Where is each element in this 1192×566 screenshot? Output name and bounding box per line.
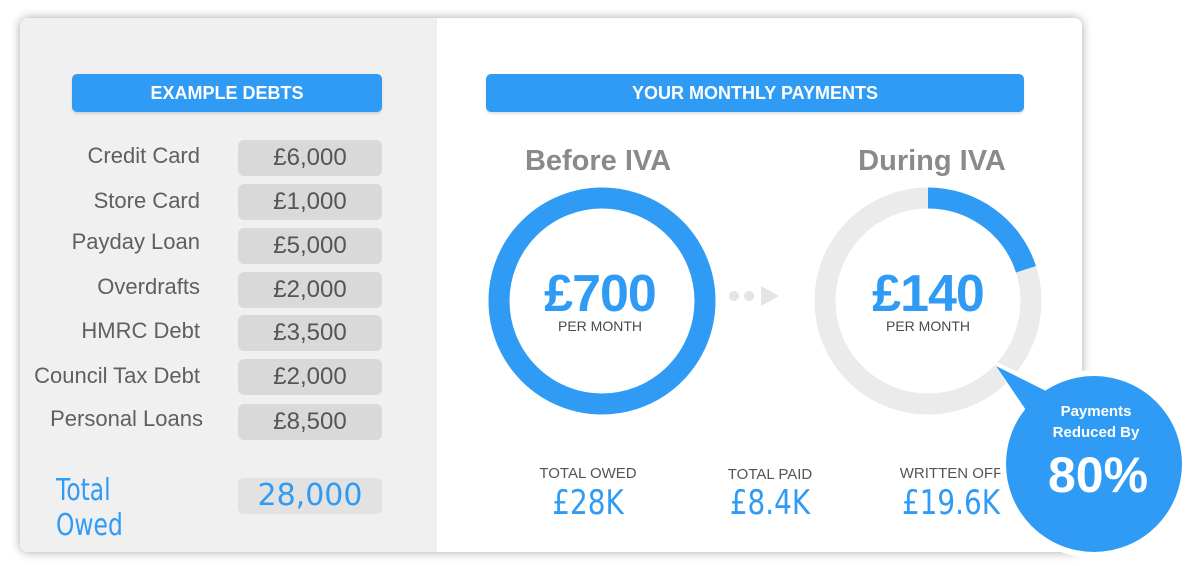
debt-label-credit-card: Credit Card [87, 143, 200, 168]
total-owed-label: Total Owed [56, 473, 123, 543]
debt-value-council-tax-debt: £2,000 [238, 359, 382, 395]
dots-arrow-right-icon [729, 286, 779, 306]
total-paid-stat-value: £8.4K [729, 483, 811, 523]
before-iva-amount: £700 [544, 265, 657, 323]
example-debts-panel: EXAMPLE DEBTS Credit Card £6,000 Store C… [20, 18, 437, 552]
payments-reduced-badge: Payments Reduced By 80% [988, 358, 1192, 566]
debt-label-hmrc-debt: HMRC Debt [81, 318, 200, 343]
badge-line-1: Payments [1060, 403, 1132, 420]
debt-label-council-tax-debt: Council Tax Debt [34, 363, 200, 388]
during-iva-per-month: PER MONTH [886, 318, 970, 334]
badge-line-2: Reduced By [1052, 424, 1140, 441]
total-paid-stat-label: TOTAL PAID [727, 466, 813, 483]
before-iva-per-month: PER MONTH [558, 318, 642, 334]
monthly-payments-panel: YOUR MONTHLY PAYMENTS Before IVA £700 PE… [437, 18, 1082, 552]
debt-label-personal-loans: Personal Loans [50, 406, 203, 431]
debt-value-store-card: £1,000 [238, 184, 382, 220]
debt-value-hmrc-debt: £3,500 [238, 315, 382, 351]
monthly-payments-header: YOUR MONTHLY PAYMENTS [486, 74, 1024, 112]
debt-label-payday-loan: Payday Loan [71, 229, 200, 254]
during-iva-amount: £140 [872, 265, 985, 323]
debt-label-overdrafts: Overdrafts [97, 274, 200, 299]
total-owed-stat-label: TOTAL OWED [539, 465, 637, 482]
badge-percent: 80% [1047, 447, 1149, 503]
debt-label-store-card: Store Card [93, 188, 200, 213]
debt-value-personal-loans: £8,500 [238, 404, 382, 440]
during-iva-title: During IVA [858, 145, 1006, 177]
total-owed-value: 28,000 [238, 478, 382, 514]
iva-infographic-card: EXAMPLE DEBTS Credit Card £6,000 Store C… [20, 18, 1082, 552]
total-owed-stat-value: £28K [552, 483, 624, 523]
example-debts-header: EXAMPLE DEBTS [72, 74, 382, 112]
debt-value-credit-card: £6,000 [238, 140, 382, 176]
before-iva-title: Before IVA [524, 145, 672, 177]
debt-value-overdrafts: £2,000 [238, 272, 382, 308]
debt-value-payday-loan: £5,000 [238, 228, 382, 264]
